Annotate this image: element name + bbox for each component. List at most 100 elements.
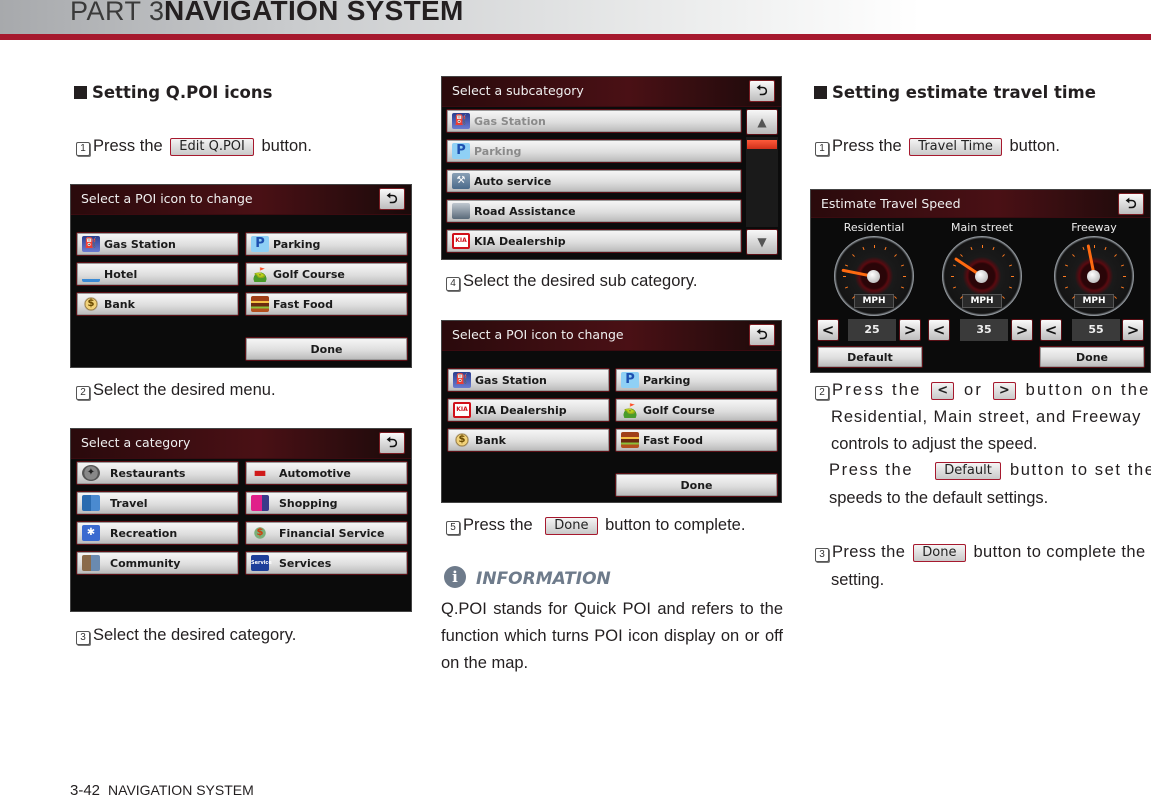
gauge-hub (975, 270, 988, 283)
gauge-tick (953, 263, 957, 267)
subcategory-gas-station[interactable]: ⛽ Gas Station (446, 109, 742, 133)
shopping-icon (251, 495, 269, 511)
button-label: Done (310, 343, 343, 356)
poi-item-parking[interactable]: P Parking (615, 368, 778, 392)
poi-item-bank[interactable]: $ Bank (447, 428, 610, 452)
main-street-increase-button[interactable]: > (1011, 319, 1033, 341)
gauge-tick (1063, 276, 1066, 277)
step-3-press-done: 3 Press the Done button to complete the (815, 543, 1146, 562)
step-text: Press the (832, 381, 922, 399)
gauge-tick (1065, 286, 1069, 290)
residential-increase-button[interactable]: > (899, 319, 921, 341)
item-label: Shopping (279, 497, 338, 510)
header-divider (0, 34, 1151, 40)
scroll-up-button[interactable]: ▲ (746, 109, 778, 135)
automotive-icon: ▬ (253, 465, 267, 481)
category-restaurants[interactable]: ✦ Restaurants (76, 461, 239, 485)
item-label: Auto service (474, 175, 552, 188)
back-button[interactable]: ⮌ (379, 188, 405, 210)
screen-titlebar: Select a POI icon to change ⮌ (71, 185, 411, 215)
category-automotive[interactable]: ▬ Automotive (245, 461, 408, 485)
step-text: button to complete. (605, 516, 746, 534)
heading-text: Setting Q.POI icons (92, 83, 273, 102)
speedometer-residential: MPH (834, 236, 914, 316)
category-shopping[interactable]: Shopping (245, 491, 408, 515)
category-community[interactable]: Community (76, 551, 239, 575)
step-text: Press the (93, 137, 163, 155)
poi-item-hotel[interactable]: Hotel (76, 262, 239, 286)
back-button[interactable]: ⮌ (749, 80, 775, 102)
residential-speed-value: 25 (848, 319, 896, 341)
scrollbar-thumb[interactable] (747, 140, 777, 149)
done-button[interactable]: Done (1039, 346, 1145, 368)
footer-section: NAVIGATION SYSTEM (108, 782, 254, 798)
category-recreation[interactable]: ✱ Recreation (76, 521, 239, 545)
step-5-press-done: 5 Press the Done button to complete. (446, 516, 745, 535)
main-street-decrease-button[interactable]: < (928, 319, 950, 341)
default-button[interactable]: Default (817, 346, 923, 368)
page-number: 3-42 (70, 782, 101, 798)
poi-item-parking[interactable]: P Parking (245, 232, 408, 256)
poi-item-gas-station[interactable]: ⛽ Gas Station (447, 368, 610, 392)
back-button[interactable]: ⮌ (1118, 193, 1144, 215)
screen-titlebar: Select a subcategory ⮌ (442, 77, 781, 107)
freeway-decrease-button[interactable]: < (1040, 319, 1062, 341)
category-financial-service[interactable]: $ Financial Service (245, 521, 408, 545)
done-button-illustration: Done (913, 544, 966, 562)
category-services[interactable]: Service Services (245, 551, 408, 575)
screen-title: Estimate Travel Speed (821, 196, 961, 211)
category-travel[interactable]: Travel (76, 491, 239, 515)
back-arrow-icon: ⮌ (1125, 196, 1137, 212)
subcategory-parking[interactable]: P Parking (446, 139, 742, 163)
step-2-line-2: Residential, Main street, and Freeway (831, 408, 1142, 426)
travel-time-button-illustration: Travel Time (909, 138, 1002, 156)
gauge-tick (951, 276, 954, 277)
residential-decrease-button[interactable]: < (817, 319, 839, 341)
unit-label: MPH (962, 294, 1002, 308)
item-label: KIA Dealership (475, 404, 567, 417)
subcategory-auto-service[interactable]: ⚒ Auto service (446, 169, 742, 193)
step-text: button. (1009, 137, 1060, 155)
parking-icon: P (251, 236, 269, 252)
poi-item-fast-food[interactable]: Fast Food (615, 428, 778, 452)
gas-station-icon: ⛽ (452, 113, 470, 129)
freeway-increase-button[interactable]: > (1122, 319, 1144, 341)
part-label: PART 3 (70, 0, 165, 26)
subcategory-road-assistance[interactable]: Road Assistance (446, 199, 742, 223)
poi-item-golf-course[interactable]: ⛳ Golf Course (615, 398, 778, 422)
step-text: Press the (832, 543, 906, 561)
poi-item-golf-course[interactable]: ⛳ Golf Course (245, 262, 408, 286)
scrollbar-track[interactable] (746, 137, 778, 227)
information-title: INFORMATION (476, 569, 611, 589)
heading-text: Setting estimate travel time (832, 83, 1096, 102)
chevron-left-icon: < (1044, 321, 1058, 339)
gas-station-icon: ⛽ (82, 236, 100, 252)
screen-select-category: Select a category ⮌ ✦ Restaurants ▬ Auto… (70, 428, 412, 612)
back-button[interactable]: ⮌ (749, 324, 775, 346)
gauge-tick (992, 247, 996, 251)
back-button[interactable]: ⮌ (379, 432, 405, 454)
step-number-icon: 5 (446, 521, 460, 535)
step-text: button to complete the (973, 543, 1146, 561)
done-button[interactable]: Done (245, 337, 408, 361)
gauge-tick (845, 286, 849, 290)
road-assistance-icon (452, 203, 470, 219)
subcategory-kia-dealership[interactable]: KIA KIA Dealership (446, 229, 742, 253)
poi-item-gas-station[interactable]: ⛽ Gas Station (76, 232, 239, 256)
done-button[interactable]: Done (615, 473, 778, 497)
gauge-tick (1123, 276, 1126, 277)
hotel-icon (82, 266, 100, 282)
poi-item-fast-food[interactable]: Fast Food (245, 292, 408, 316)
auto-service-icon: ⚒ (452, 173, 470, 189)
poi-item-bank[interactable]: $ Bank (76, 292, 239, 316)
poi-item-kia-dealership[interactable]: KIA KIA Dealership (447, 398, 610, 422)
step-2-line-5: speeds to the default settings. (829, 489, 1049, 507)
screen-estimate-travel-speed: Estimate Travel Speed ⮌ Residential Main… (810, 189, 1151, 373)
gauge-tick (969, 247, 973, 251)
fast-food-icon (621, 432, 639, 448)
scroll-down-button[interactable]: ▼ (746, 229, 778, 255)
freeway-speed-value: 55 (1072, 319, 1120, 341)
bank-icon: $ (453, 432, 471, 448)
unit-label: MPH (1074, 294, 1114, 308)
screen-select-poi-icon: Select a POI icon to change ⮌ ⛽ Gas Stat… (70, 184, 412, 368)
